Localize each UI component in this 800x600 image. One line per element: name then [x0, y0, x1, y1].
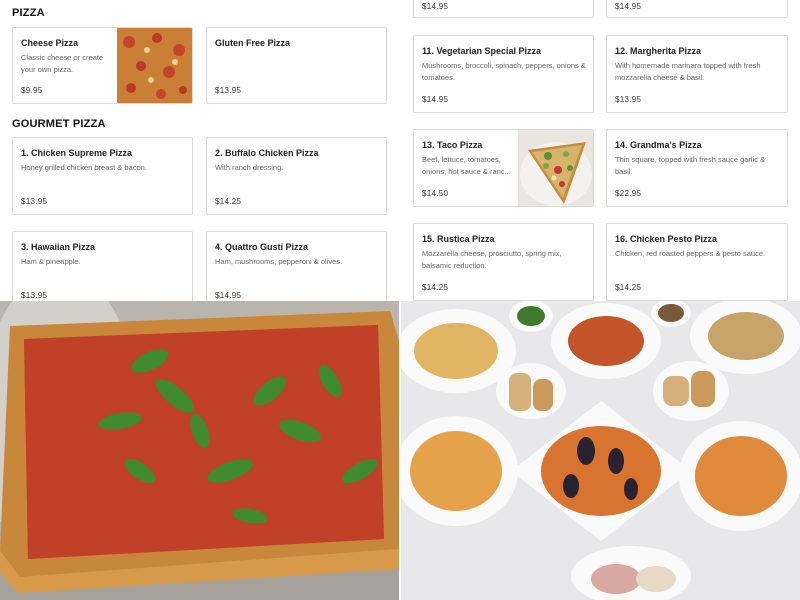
- menu-item-quattro-gusti-pizza[interactable]: 4. Quattro Gusti Pizza Ham, mushrooms, p…: [206, 231, 387, 309]
- menu-item-vegetarian-special-pizza[interactable]: 11. Vegetarian Special Pizza Mushrooms, …: [413, 35, 594, 113]
- menu-item-buffalo-chicken-pizza[interactable]: 2. Buffalo Chicken Pizza With ranch dres…: [206, 137, 387, 215]
- menu-item-chicken-supreme-pizza[interactable]: 1. Chicken Supreme Pizza Honey grilled c…: [12, 137, 193, 215]
- menu-item-rustica-pizza[interactable]: 15. Rustica Pizza Mozzarella cheese, pro…: [413, 223, 594, 301]
- item-price: $13.95: [215, 86, 242, 95]
- item-name: 15. Rustica Pizza: [422, 234, 495, 244]
- cheese-pizza-thumbnail: [117, 28, 192, 103]
- item-price: $13.95: [21, 197, 48, 206]
- pasta-dishes-photo: [401, 301, 800, 600]
- taco-pizza-thumbnail: [518, 130, 593, 206]
- item-description: With homemade marinara topped with fresh…: [615, 61, 761, 82]
- menu-item-cheese-pizza[interactable]: Cheese Pizza Classic cheese or create yo…: [12, 27, 193, 104]
- item-name: 13. Taco Pizza: [422, 140, 483, 150]
- item-price: $14.25: [215, 197, 242, 206]
- item-name: 4. Quattro Gusti Pizza: [215, 242, 309, 252]
- item-price: $14.25: [615, 283, 642, 292]
- item-price: $14.25: [422, 283, 449, 292]
- item-name: 12. Margherita Pizza: [615, 46, 702, 56]
- menu-item-margherita-pizza[interactable]: 12. Margherita Pizza With homemade marin…: [606, 35, 788, 113]
- item-price: $14.95: [422, 95, 449, 104]
- item-description: Ham, mushrooms, pepperoni & olives.: [215, 257, 343, 266]
- item-name: 2. Buffalo Chicken Pizza: [215, 148, 319, 158]
- section-title-pizza: PIZZA: [12, 7, 45, 19]
- item-description: With ranch dressing.: [215, 163, 284, 172]
- menu-item-partial-top-left[interactable]: $14.95: [413, 0, 594, 18]
- item-name: 11. Vegetarian Special Pizza: [422, 46, 542, 56]
- section-title-gourmet-pizza: GOURMET PIZZA: [12, 118, 106, 130]
- menu-item-gluten-free-pizza[interactable]: Gluten Free Pizza $13.95: [206, 27, 387, 104]
- menu-item-partial-top-right[interactable]: $14.95: [606, 0, 788, 18]
- grandma-pizza-photo: [0, 301, 399, 600]
- item-name: 16. Chicken Pesto Pizza: [615, 234, 718, 244]
- item-description: Mozzarella cheese, prosciutto, spring mi…: [422, 249, 562, 270]
- item-description: Classic cheese or create your own pizza.: [21, 53, 104, 74]
- item-price: $14.95: [215, 291, 242, 300]
- item-name: 1. Chicken Supreme Pizza: [21, 148, 133, 158]
- item-description: Honey grilled chicken breast & bacon.: [21, 163, 147, 172]
- item-name: 3. Hawaiian Pizza: [21, 242, 96, 252]
- menu-item-grandmas-pizza[interactable]: 14. Grandma's Pizza Thin square, topped …: [606, 129, 788, 207]
- menu-item-chicken-pesto-pizza[interactable]: 16. Chicken Pesto Pizza Chicken, red roa…: [606, 223, 788, 301]
- item-price: $14.95: [615, 2, 642, 11]
- item-price: $14.50: [422, 189, 449, 198]
- item-price: $22.95: [615, 189, 642, 198]
- item-price: $13.95: [21, 291, 48, 300]
- item-name: 14. Grandma's Pizza: [615, 140, 702, 150]
- item-description: Mushrooms, broccoli, spinach, peppers, o…: [422, 61, 586, 82]
- item-name: Cheese Pizza: [21, 38, 79, 48]
- item-price: $13.95: [615, 95, 642, 104]
- item-description: Thin square, topped with fresh sauce gar…: [615, 155, 766, 176]
- item-name: Gluten Free Pizza: [215, 38, 291, 48]
- menu-item-hawaiian-pizza[interactable]: 3. Hawaiian Pizza Ham & pineapple. $13.9…: [12, 231, 193, 309]
- item-description: Beef, lettuce, tomatoes, onions, hot sau…: [422, 155, 511, 176]
- item-description: Ham & pineapple.: [21, 257, 81, 266]
- menu-item-taco-pizza[interactable]: 13. Taco Pizza Beef, lettuce, tomatoes, …: [413, 129, 594, 207]
- item-description: Chicken, red roasted peppers & pesto sau…: [615, 249, 766, 258]
- item-price: $9.95: [21, 86, 43, 95]
- item-price: $14.95: [422, 2, 449, 11]
